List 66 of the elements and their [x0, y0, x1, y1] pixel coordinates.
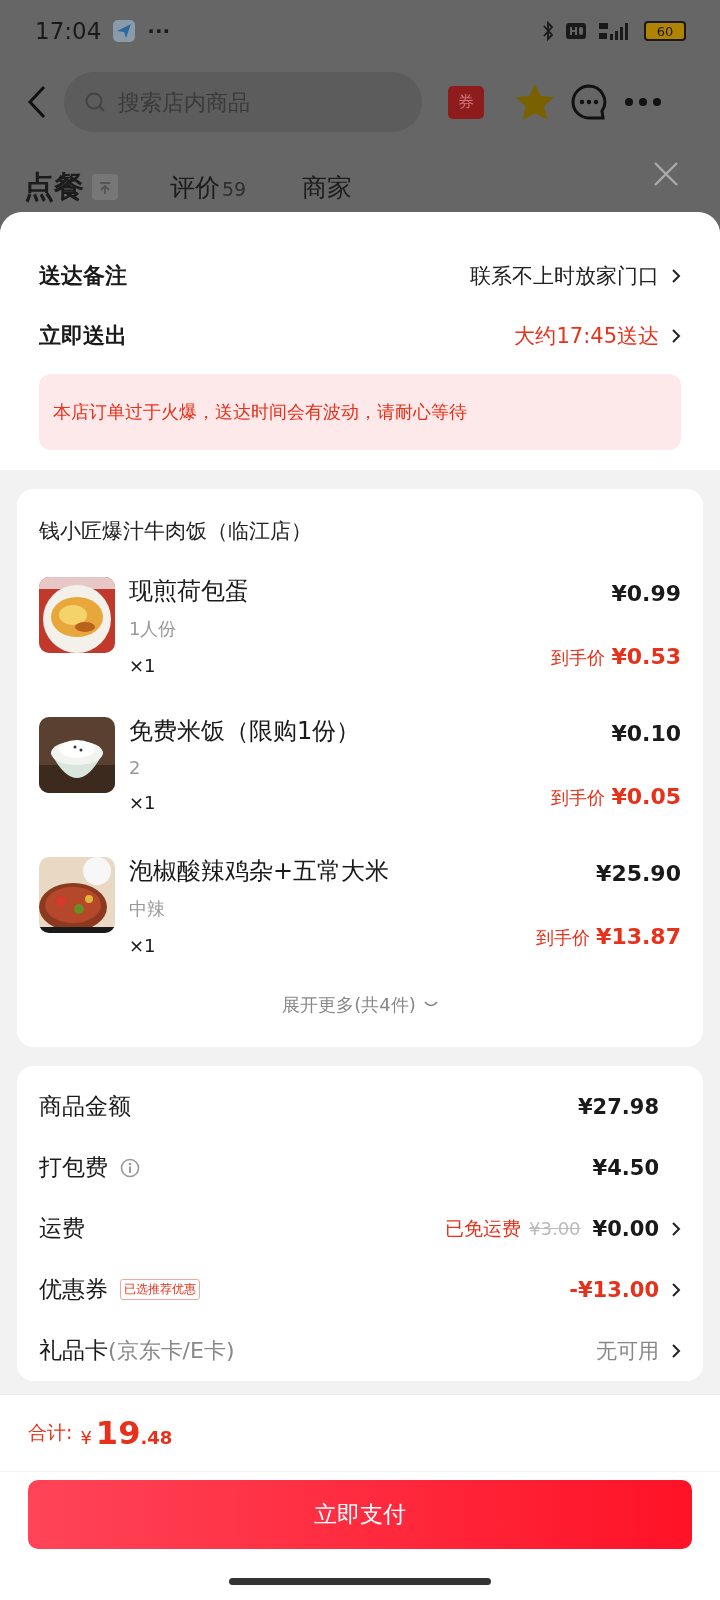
expand-more-link[interactable]: 展开更多(共4件)	[282, 993, 416, 1017]
final-price-label: 到手价	[551, 786, 606, 810]
item-name: 泡椒酸辣鸡杂+五常大米	[129, 856, 391, 887]
cost-label: 礼品卡	[39, 1336, 108, 1365]
item-spec: 2	[129, 757, 142, 778]
status-time: 17:04	[35, 18, 102, 44]
item-price: ¥0.10	[611, 721, 681, 746]
chevron-icon[interactable]	[671, 1342, 681, 1359]
store-tab[interactable]: 点餐	[24, 166, 84, 208]
gift-card-note: (京东卡/E卡)	[108, 1336, 235, 1365]
cost-value: ¥4.50	[592, 1155, 659, 1180]
delivery-label: 送达备注	[39, 262, 127, 290]
total-amount: ¥19.48	[80, 1414, 173, 1452]
final-price-label: 到手价	[536, 926, 591, 950]
final-price-label: 到手价	[551, 646, 606, 670]
delivery-value[interactable]: 联系不上时放家门口	[470, 262, 659, 290]
final-price: ¥0.05	[611, 784, 681, 809]
item-quantity: ×1	[129, 792, 157, 813]
item-quantity: ×1	[129, 655, 157, 676]
cost-value: ¥27.98	[577, 1094, 659, 1119]
cost-label: 优惠券	[39, 1275, 108, 1304]
item-quantity: ×1	[129, 935, 157, 956]
cost-value[interactable]: 无可用	[596, 1336, 659, 1365]
more-icon[interactable]	[624, 97, 662, 107]
recommended-tag: 已选推荐优惠	[120, 1279, 200, 1300]
chevron-icon[interactable]	[671, 1220, 681, 1237]
store-tab[interactable]: 商家	[302, 170, 353, 204]
item-name: 现煎荷包蛋	[129, 576, 250, 607]
item-price: ¥0.99	[611, 581, 681, 606]
star-icon[interactable]	[516, 84, 554, 120]
original-price: ¥3.00	[529, 1218, 581, 1239]
app-icon	[113, 20, 136, 42]
final-price: ¥13.87	[596, 924, 681, 949]
store-tab[interactable]: 评价 59	[170, 170, 247, 204]
cost-label: 打包费	[39, 1153, 108, 1182]
cost-value[interactable]: -¥13.00	[569, 1277, 659, 1302]
hd-icon	[566, 23, 586, 39]
delivery-label: 立即送出	[39, 322, 127, 350]
bluetooth-icon	[542, 20, 554, 42]
chevron-icon[interactable]	[671, 1281, 681, 1298]
coupon-button[interactable]: 券	[448, 85, 484, 119]
cost-label: 商品金额	[39, 1092, 131, 1121]
cost-value[interactable]: ¥0.00	[592, 1216, 659, 1241]
item-spec: 中辣	[129, 897, 166, 921]
chat-icon[interactable]	[570, 83, 608, 121]
collapse-icon	[92, 174, 118, 200]
item-name: 免费米饭（限购1份）	[129, 716, 362, 747]
back-icon[interactable]	[26, 85, 48, 119]
search-icon	[84, 91, 106, 113]
free-shipping-label: 已免运费	[445, 1215, 522, 1241]
battery-icon: 60	[644, 21, 686, 41]
store-name: 钱小匠爆汁牛肉饭（临江店）	[39, 518, 313, 545]
status-more: ···	[147, 19, 171, 43]
delivery-value[interactable]: 大约17:45送达	[514, 322, 659, 350]
item-spec: 1人份	[129, 617, 178, 641]
total-label: 合计:	[28, 1420, 73, 1445]
final-price: ¥0.53	[611, 644, 681, 669]
item-price: ¥25.90	[596, 861, 681, 886]
chevron-down-icon[interactable]	[423, 1001, 438, 1009]
pay-button[interactable]: 立即支付	[28, 1480, 692, 1549]
notice-banner: 本店订单过于火爆，送达时间会有波动，请耐心等待	[39, 374, 681, 450]
cost-label: 运费	[39, 1214, 85, 1243]
chevron-icon[interactable]	[671, 328, 681, 344]
info-icon	[120, 1157, 140, 1178]
chevron-icon[interactable]	[671, 268, 681, 284]
close-icon[interactable]	[652, 160, 680, 188]
